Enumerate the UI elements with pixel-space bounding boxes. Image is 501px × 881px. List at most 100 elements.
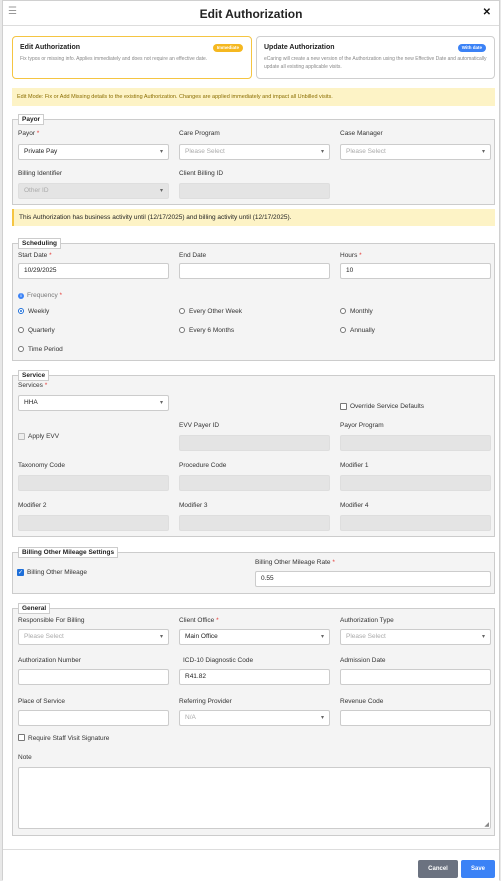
with-date-badge: With date <box>457 44 486 52</box>
edit-authorization-modal: ☰ Edit Authorization ✕ Edit Authorizatio… <box>2 0 500 881</box>
revenue-code-label: Revenue Code <box>340 698 384 705</box>
edit-card-title: Edit Authorization <box>20 44 81 51</box>
place-of-service-label: Place of Service <box>18 698 65 705</box>
case-manager-label: Case Manager <box>340 130 383 137</box>
referring-provider-select[interactable]: N/A ▾ <box>179 710 330 726</box>
save-button[interactable]: Save <box>461 860 495 878</box>
taxonomy-code-input <box>18 475 169 491</box>
hours-input[interactable]: 10 <box>340 263 491 279</box>
apply-evv-checkbox[interactable] <box>18 433 25 440</box>
end-date-label: End Date <box>179 252 207 259</box>
admission-date-input[interactable] <box>340 669 491 685</box>
billing-identifier-label: Billing Identifier <box>18 170 63 177</box>
chevron-down-icon: ▾ <box>320 715 324 721</box>
authorization-type-select[interactable]: Please Select ▾ <box>340 629 491 645</box>
modal-header: ☰ Edit Authorization ✕ <box>3 1 499 26</box>
payor-label: Payor * <box>18 130 40 137</box>
client-billing-id-label: Client Billing ID <box>179 170 224 177</box>
scheduling-legend: Scheduling <box>18 238 62 249</box>
payor-select[interactable]: Private Pay ▾ <box>18 144 169 160</box>
billing-identifier-select: Other ID ▾ <box>18 183 169 199</box>
scheduling-section: Scheduling Start Date * 10/29/2025 End D… <box>12 238 495 361</box>
end-date-input[interactable] <box>179 263 330 279</box>
payor-program-label: Payor Program <box>340 422 384 429</box>
billing-other-mileage-checkbox[interactable]: ✓ <box>17 569 24 576</box>
responsible-for-billing-select[interactable]: Please Select ▾ <box>18 629 169 645</box>
procedure-code-label: Procedure Code <box>179 462 227 469</box>
mileage-rate-label: Billing Other Mileage Rate * <box>255 559 335 566</box>
note-label: Note <box>18 754 32 761</box>
resize-handle-icon[interactable]: ◢ <box>484 821 489 828</box>
require-staff-signature-checkbox[interactable] <box>18 734 25 741</box>
activity-note: This Authorization has business activity… <box>12 209 495 226</box>
update-card-title: Update Authorization <box>264 44 335 51</box>
chevron-down-icon: ▾ <box>159 149 163 155</box>
edit-card-description: Fix typos or missing info. Applies immed… <box>20 56 208 62</box>
mileage-rate-input[interactable]: 0.55 <box>255 571 491 587</box>
cancel-button[interactable]: Cancel <box>418 860 458 878</box>
apply-evv-label: Apply EVV <box>28 433 60 440</box>
modifier-2-input <box>18 515 169 531</box>
immediate-badge: Immediate <box>212 44 243 52</box>
radio-monthly-label: Monthly <box>350 308 373 315</box>
care-program-select[interactable]: Please Select ▾ <box>179 144 330 160</box>
responsible-for-billing-label: Responsible For Billing <box>18 617 85 624</box>
general-section: General Responsible For Billing Please S… <box>12 603 495 836</box>
modifier-1-label: Modifier 1 <box>340 462 369 469</box>
close-icon[interactable]: ✕ <box>483 7 491 18</box>
modal-title: Edit Authorization <box>199 7 303 21</box>
procedure-code-input <box>179 475 330 491</box>
client-office-label: Client Office * <box>179 617 219 624</box>
modifier-1-input <box>340 475 491 491</box>
authorization-type-label: Authorization Type <box>340 617 394 624</box>
radio-weekly-label: Weekly <box>28 308 50 315</box>
radio-time-period[interactable] <box>18 346 24 352</box>
override-service-defaults-label: Override Service Defaults <box>350 403 425 410</box>
revenue-code-input[interactable] <box>340 710 491 726</box>
client-billing-id-input <box>179 183 330 199</box>
radio-quarterly[interactable] <box>18 327 24 333</box>
place-of-service-input[interactable] <box>18 710 169 726</box>
authorization-number-label: Authorization Number <box>18 657 81 664</box>
chevron-down-icon: ▾ <box>159 400 163 406</box>
icd10-label: ICD-10 Diagnostic Code <box>183 657 254 664</box>
care-program-label: Care Program <box>179 130 220 137</box>
chevron-down-icon: ▾ <box>320 149 324 155</box>
chevron-down-icon: ▾ <box>159 188 163 194</box>
modifier-4-label: Modifier 4 <box>340 502 369 509</box>
services-select[interactable]: HHA ▾ <box>18 395 169 411</box>
modifier-3-label: Modifier 3 <box>179 502 208 509</box>
case-manager-select[interactable]: Please Select ▾ <box>340 144 491 160</box>
modifier-3-input <box>179 515 330 531</box>
radio-every-6-months[interactable] <box>179 327 185 333</box>
chevron-down-icon: ▾ <box>481 149 485 155</box>
radio-annually[interactable] <box>340 327 346 333</box>
start-date-label: Start Date * <box>18 252 52 259</box>
evv-payer-id-input <box>179 435 330 451</box>
radio-every-other-week[interactable] <box>179 308 185 314</box>
payor-legend: Payor <box>18 114 45 125</box>
authorization-number-input[interactable] <box>18 669 169 685</box>
radio-weekly[interactable] <box>18 308 24 314</box>
edit-mode-note: Edit Mode: Fix or Add Missing details to… <box>12 88 495 106</box>
radio-every-6-months-label: Every 6 Months <box>189 327 235 334</box>
update-authorization-card[interactable]: Update Authorization With date eCaring w… <box>256 36 495 79</box>
mileage-legend: Billing Other Mileage Settings <box>18 547 119 558</box>
service-section: Service Services * HHA ▾ Override Service… <box>12 370 495 537</box>
edit-authorization-card[interactable]: Edit Authorization Immediate Fix typos o… <box>12 36 252 79</box>
note-textarea[interactable]: ◢ <box>18 767 491 829</box>
chevron-down-icon: ▾ <box>159 634 163 640</box>
frequency-label: Frequency * <box>27 292 63 299</box>
override-service-defaults-checkbox[interactable] <box>340 403 347 410</box>
service-legend: Service <box>18 370 50 381</box>
start-date-input[interactable]: 10/29/2025 <box>18 263 169 279</box>
referring-provider-label: Referring Provider <box>179 698 232 705</box>
evv-payer-id-label: EVV Payer ID <box>179 422 220 429</box>
client-office-select[interactable]: Main Office ▾ <box>179 629 330 645</box>
billing-other-mileage-label: Billing Other Mileage <box>27 569 87 576</box>
radio-monthly[interactable] <box>340 308 346 314</box>
radio-quarterly-label: Quarterly <box>28 327 55 334</box>
services-label: Services * <box>18 382 48 389</box>
payor-section: Payor Payor * Private Pay ▾ Care Program … <box>12 114 495 205</box>
icd10-input[interactable]: R41.82 <box>179 669 330 685</box>
